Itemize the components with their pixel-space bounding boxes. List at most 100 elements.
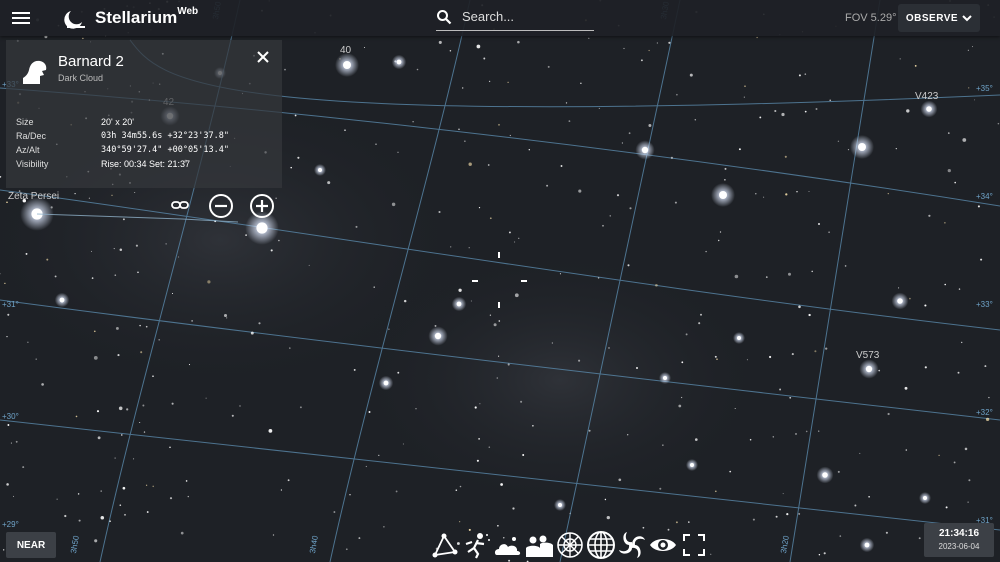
star [333, 511, 336, 513]
bright-star[interactable] [318, 168, 322, 172]
star [15, 440, 18, 443]
bright-star[interactable] [383, 380, 389, 386]
star [500, 483, 503, 486]
constellation-lines-icon[interactable] [430, 530, 460, 560]
bright-star[interactable] [858, 143, 866, 151]
near-button[interactable]: NEAR [6, 532, 56, 558]
zoom-in-icon[interactable] [249, 193, 275, 219]
star [46, 258, 49, 261]
search-input[interactable] [460, 8, 594, 25]
bright-star[interactable] [822, 472, 828, 478]
star [514, 241, 516, 243]
star [878, 369, 881, 372]
star [798, 512, 801, 515]
dso-icon[interactable] [617, 530, 647, 560]
zoom-out-icon[interactable] [208, 193, 234, 219]
fov-readout: FOV 5.29° [845, 12, 897, 24]
star [608, 347, 610, 349]
bright-star[interactable] [558, 503, 562, 507]
star [378, 454, 380, 457]
star [508, 559, 511, 562]
star [476, 459, 479, 462]
star [717, 239, 720, 242]
star [498, 320, 501, 322]
star [134, 191, 136, 194]
star [133, 458, 135, 460]
star-label-v423[interactable]: V423 [915, 91, 938, 102]
star [565, 102, 568, 104]
bright-star[interactable] [59, 297, 65, 303]
star [954, 181, 956, 184]
bright-star[interactable] [897, 298, 903, 304]
link-icon[interactable] [170, 197, 190, 213]
star [749, 438, 752, 441]
star [985, 417, 990, 422]
search-box[interactable] [436, 6, 594, 31]
grid-label: +32° [976, 408, 993, 417]
azimuthal-grid-icon[interactable] [555, 530, 585, 560]
landscape-icon[interactable] [524, 530, 554, 560]
star [775, 515, 778, 518]
bright-star[interactable] [456, 301, 462, 307]
star [828, 231, 830, 234]
star [93, 356, 98, 360]
star-label-40[interactable]: 40 [340, 45, 351, 56]
star [609, 215, 611, 217]
date-time-button[interactable]: 21:34:16 2023-06-04 [924, 523, 994, 557]
atmosphere-icon[interactable] [493, 530, 523, 560]
date-display: 2023-06-04 [938, 542, 980, 551]
fullscreen-icon[interactable] [679, 530, 709, 560]
hamburger-menu-icon[interactable] [12, 10, 30, 26]
star [839, 535, 842, 537]
star [416, 68, 419, 71]
star [905, 449, 908, 451]
bright-star[interactable] [663, 376, 667, 380]
bright-star[interactable] [256, 222, 268, 234]
star [755, 192, 757, 195]
star [698, 322, 701, 325]
bright-star[interactable] [864, 542, 870, 548]
bright-star[interactable] [719, 191, 727, 199]
bright-star[interactable] [926, 106, 932, 112]
star [470, 300, 472, 302]
star [373, 286, 375, 288]
bright-star[interactable] [690, 463, 694, 467]
star [844, 265, 847, 267]
star [468, 247, 470, 249]
equatorial-grid-icon[interactable] [586, 530, 616, 560]
bright-star[interactable] [737, 336, 741, 340]
star [180, 531, 184, 535]
bright-star[interactable] [343, 61, 351, 69]
star-label-zeta-persei[interactable]: Zeta Persei [8, 191, 59, 202]
star [327, 181, 331, 185]
star [6, 335, 8, 338]
star [450, 246, 452, 248]
star [944, 283, 946, 286]
observe-button[interactable]: OBSERVE [898, 4, 980, 32]
star [621, 142, 624, 144]
bright-star[interactable] [396, 59, 402, 65]
bright-star[interactable] [923, 496, 927, 500]
star [705, 250, 707, 253]
star [459, 521, 461, 523]
bright-star[interactable] [641, 146, 649, 154]
star [280, 489, 283, 491]
star [618, 478, 622, 482]
star [656, 42, 659, 44]
night-mode-icon[interactable] [648, 530, 678, 560]
constellation-art-icon[interactable] [462, 530, 492, 560]
search-icon[interactable] [436, 9, 452, 25]
star [814, 350, 817, 353]
star-label-v573[interactable]: V573 [856, 350, 879, 361]
star [808, 313, 811, 317]
info-label: Size [16, 117, 34, 127]
star [714, 355, 717, 358]
bright-star[interactable] [434, 332, 442, 340]
close-icon[interactable] [256, 50, 270, 64]
star [231, 414, 234, 417]
bright-star[interactable] [865, 365, 873, 373]
star [785, 193, 788, 196]
star [854, 504, 857, 507]
star [597, 277, 600, 279]
star [961, 341, 963, 344]
